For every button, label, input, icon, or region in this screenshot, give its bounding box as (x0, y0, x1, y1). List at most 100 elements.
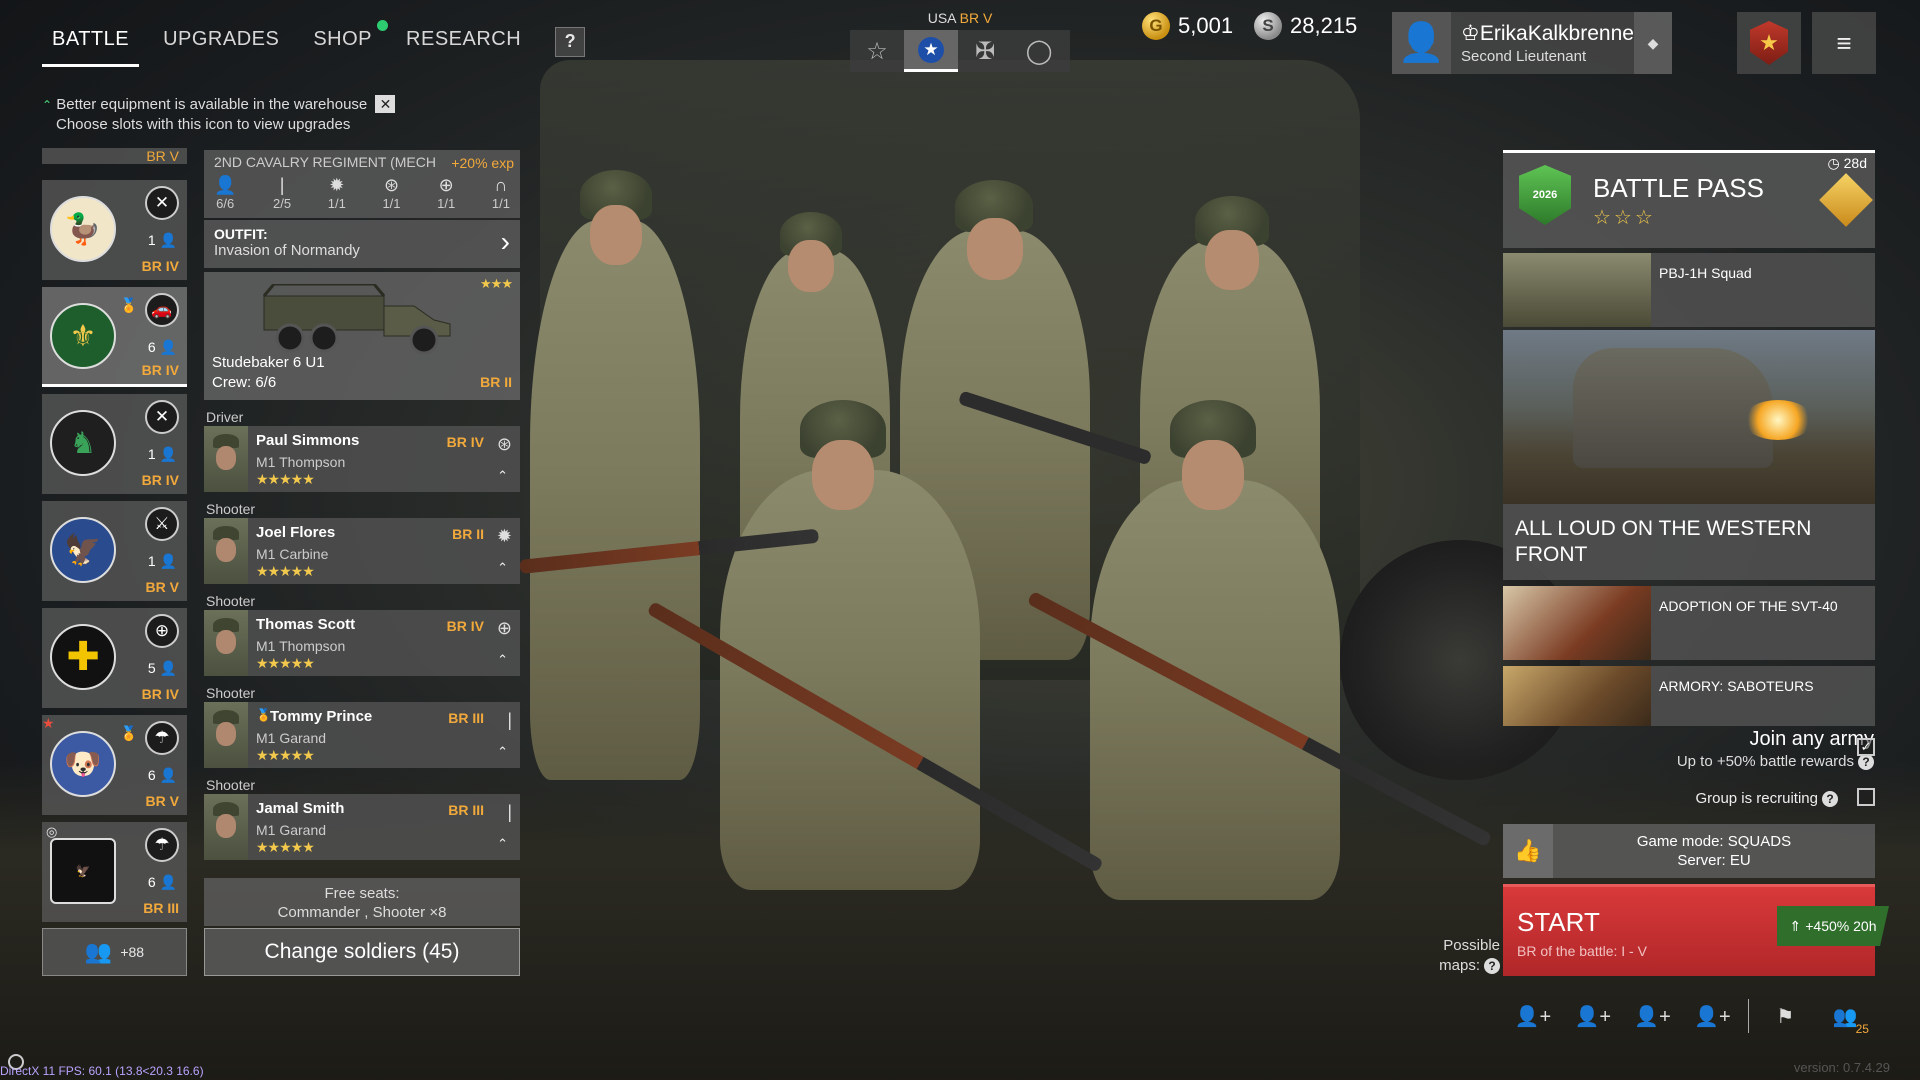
outfit-selector[interactable]: OUTFIT: Invasion of Normandy › (204, 220, 520, 268)
possible-maps-label: maps: (1439, 957, 1480, 974)
medic-icon: ⊕ (145, 614, 179, 648)
vehicle-card[interactable]: ★★★ Studebaker 6 U1 Crew: 6/6 BR II (204, 272, 520, 400)
silver-amount: 28,215 (1290, 13, 1358, 38)
country-tabs: ☆ ★ ✠ ◯ (850, 30, 1070, 72)
squad-card[interactable]: ◎ 🦅 ☂ 6 👤 BR III (42, 822, 187, 922)
usa-star-icon[interactable]: ★ (904, 30, 958, 72)
squad-card[interactable]: ♞ ✕ 1 👤 BR IV (42, 394, 187, 494)
soldier-name: Paul Simmons (256, 432, 360, 449)
soldier-face (788, 240, 834, 292)
players-icon[interactable]: 👥 25 (1815, 1004, 1875, 1036)
circle-icon[interactable]: ◯ (1012, 30, 1066, 72)
medal-icon: 🏅 (120, 297, 138, 313)
soldier-face (812, 440, 874, 510)
soldier-stars: ★★★★★ (256, 563, 315, 579)
possible-maps-line2: maps:? (1420, 956, 1500, 976)
battle-br-range: BR of the battle: I - V (1517, 943, 1647, 959)
rank-up-icon: ⌃ (497, 652, 508, 667)
notice-close-button[interactable]: ✕ (375, 95, 396, 113)
truck-icon (262, 284, 451, 354)
soldier-row[interactable]: Paul Simmons M1 Thompson ★★★★★ BR IV ⊛ ⌃ (204, 426, 520, 492)
help-button[interactable]: ? (555, 26, 586, 57)
xp-bonus-badge: ⇑ +450% 20h (1777, 906, 1889, 946)
player-profile[interactable]: 👤 ♔ErikaKalkbrenne Second Lieutenant ◆ (1392, 12, 1672, 74)
vehicle-br: BR II (480, 374, 512, 390)
regiment-stats: 👤 6/6 | 2/5 ✹ 1/1 ⊛ 1/1 ⊕ 1/1 ∩ 1/1 (214, 174, 510, 211)
soldier-stars: ★★★★★ (256, 655, 315, 671)
news-item[interactable]: PBJ-1H Squad (1503, 253, 1875, 327)
join-any-army-checkbox[interactable]: ✓ (1857, 738, 1875, 756)
thumbs-up-icon[interactable]: 👍 (1503, 824, 1553, 878)
soldier-weapon: M1 Thompson (256, 454, 346, 470)
squad-br: BR IV (141, 686, 179, 702)
reserve-squads-button[interactable]: 👥 +88 (42, 928, 187, 976)
soldier-row[interactable]: Thomas Scott M1 Thompson ★★★★★ BR IV ⊕ ⌃ (204, 610, 520, 676)
person-icon: 👤 (214, 175, 237, 195)
help-icon[interactable]: ? (1858, 754, 1874, 770)
add-friend-icon[interactable]: 👤+ (1503, 1004, 1563, 1029)
soldier-row[interactable]: Tommy Prince 🏅 M1 Garand ★★★★★ BR III | … (204, 702, 520, 768)
tab-shop[interactable]: SHOP (301, 20, 389, 61)
soldier-role: Shooter (206, 777, 256, 793)
group-icon: 👥 (84, 939, 113, 964)
news-item[interactable]: ARMORY: SABOTEURS (1503, 666, 1875, 726)
squad-top-partial[interactable]: BR V (42, 148, 187, 164)
squad-card[interactable]: ★ 🐶 🏅 ☂ 6 👤 BR V (42, 715, 187, 815)
help-icon: ? (1484, 958, 1500, 974)
squad-br: BR IV (141, 472, 179, 488)
iron-cross-icon[interactable]: ✠ (958, 30, 1012, 72)
reserve-count: +88 (120, 944, 145, 960)
knight-emblem: ♞ (50, 410, 116, 476)
hamburger-menu-icon[interactable]: ≡ (1812, 12, 1876, 74)
news-thumbnail (1503, 666, 1651, 726)
game-mode-panel[interactable]: 👍 Game mode: SQUADS Server: EU (1503, 824, 1875, 878)
silver-currency[interactable]: S 28,215 (1254, 12, 1357, 40)
tab-battle[interactable]: BATTLE (40, 22, 141, 67)
add-friend-icon[interactable]: 👤+ (1623, 1004, 1683, 1029)
squad-card[interactable]: 🦅 ⚔ 1 👤 BR V (42, 501, 187, 601)
fps-counter: DirectX 11 FPS: 60.1 (13.8<20.3 16.6) (0, 1064, 204, 1078)
rank-up-icon: ⌃ (497, 468, 508, 483)
officer-avatar-icon: 👤 (1392, 12, 1452, 74)
soldier-br: BR II (452, 526, 484, 542)
gold-gem-icon (1819, 173, 1873, 227)
country-selector: USA BR V ☆ ★ ✠ ◯ (850, 10, 1070, 72)
change-soldiers-button[interactable]: Change soldiers (45) (204, 928, 520, 976)
profile-diamond-icon[interactable]: ◆ (1633, 12, 1672, 74)
wheel-icon: ⊛ (383, 175, 400, 195)
xp-bonus-value: +450% 20h (1805, 918, 1877, 934)
soldier-row[interactable]: Jamal Smith M1 Garand ★★★★★ BR III | ⌃ (204, 794, 520, 860)
tab-research[interactable]: RESEARCH (394, 22, 533, 61)
add-friend-icon[interactable]: 👤+ (1682, 1004, 1742, 1029)
country-name: USA (927, 10, 956, 26)
stat-person: 👤 6/6 (214, 174, 236, 211)
squad-card[interactable]: ✚ ⊕ 5 👤 BR IV (42, 608, 187, 708)
squad-card[interactable]: 🦆 ✕ 1 👤 BR IV (42, 180, 187, 280)
possible-maps[interactable]: Possible maps:? (1420, 936, 1500, 976)
battle-pass-panel[interactable]: 2026 BATTLE PASS ☆☆☆ ◷ 28d (1503, 150, 1875, 248)
news-thumbnail (1503, 586, 1651, 660)
squad-count: 6 👤 (147, 339, 177, 355)
gold-currency[interactable]: G 5,001 (1142, 12, 1233, 40)
news-thumbnail (1503, 253, 1651, 327)
soldier-weapon: M1 Garand (256, 730, 327, 746)
vehicle-name: Studebaker 6 U1 (212, 354, 325, 371)
country-label: USA BR V (850, 10, 1070, 26)
news-item[interactable]: ADOPTION OF THE SVT-40 (1503, 586, 1875, 660)
flag-icon[interactable]: ⚑ (1755, 1004, 1815, 1029)
tab-upgrades[interactable]: UPGRADES (151, 22, 291, 61)
rank-button[interactable]: ★ (1737, 12, 1801, 74)
group-recruiting-checkbox[interactable] (1857, 788, 1875, 806)
squad-card-selected[interactable]: ⚜ 🏅 🚗 6 👤 BR IV (42, 287, 187, 387)
upgrade-arrow-icon: ⌃ (42, 98, 53, 112)
star-outline-icon[interactable]: ☆ (850, 30, 904, 72)
radio-icon: ∩ (494, 175, 508, 195)
soldier-row[interactable]: Joel Flores M1 Carbine ★★★★★ BR II ✹ ⌃ (204, 518, 520, 584)
news-featured[interactable]: ALL LOUD ON THE WESTERN FRONT (1503, 330, 1875, 580)
news-title: PBJ-1H Squad (1659, 265, 1752, 281)
notice-line-1: Better equipment is available in the war… (56, 96, 368, 113)
help-icon[interactable]: ? (1822, 791, 1838, 807)
regiment-panel[interactable]: 2ND CAVALRY REGIMENT (MECH +20% exp 👤 6/6… (204, 150, 520, 218)
add-friend-icon[interactable]: 👤+ (1563, 1004, 1623, 1029)
free-seats-value: Commander , Shooter ×8 (277, 904, 447, 921)
